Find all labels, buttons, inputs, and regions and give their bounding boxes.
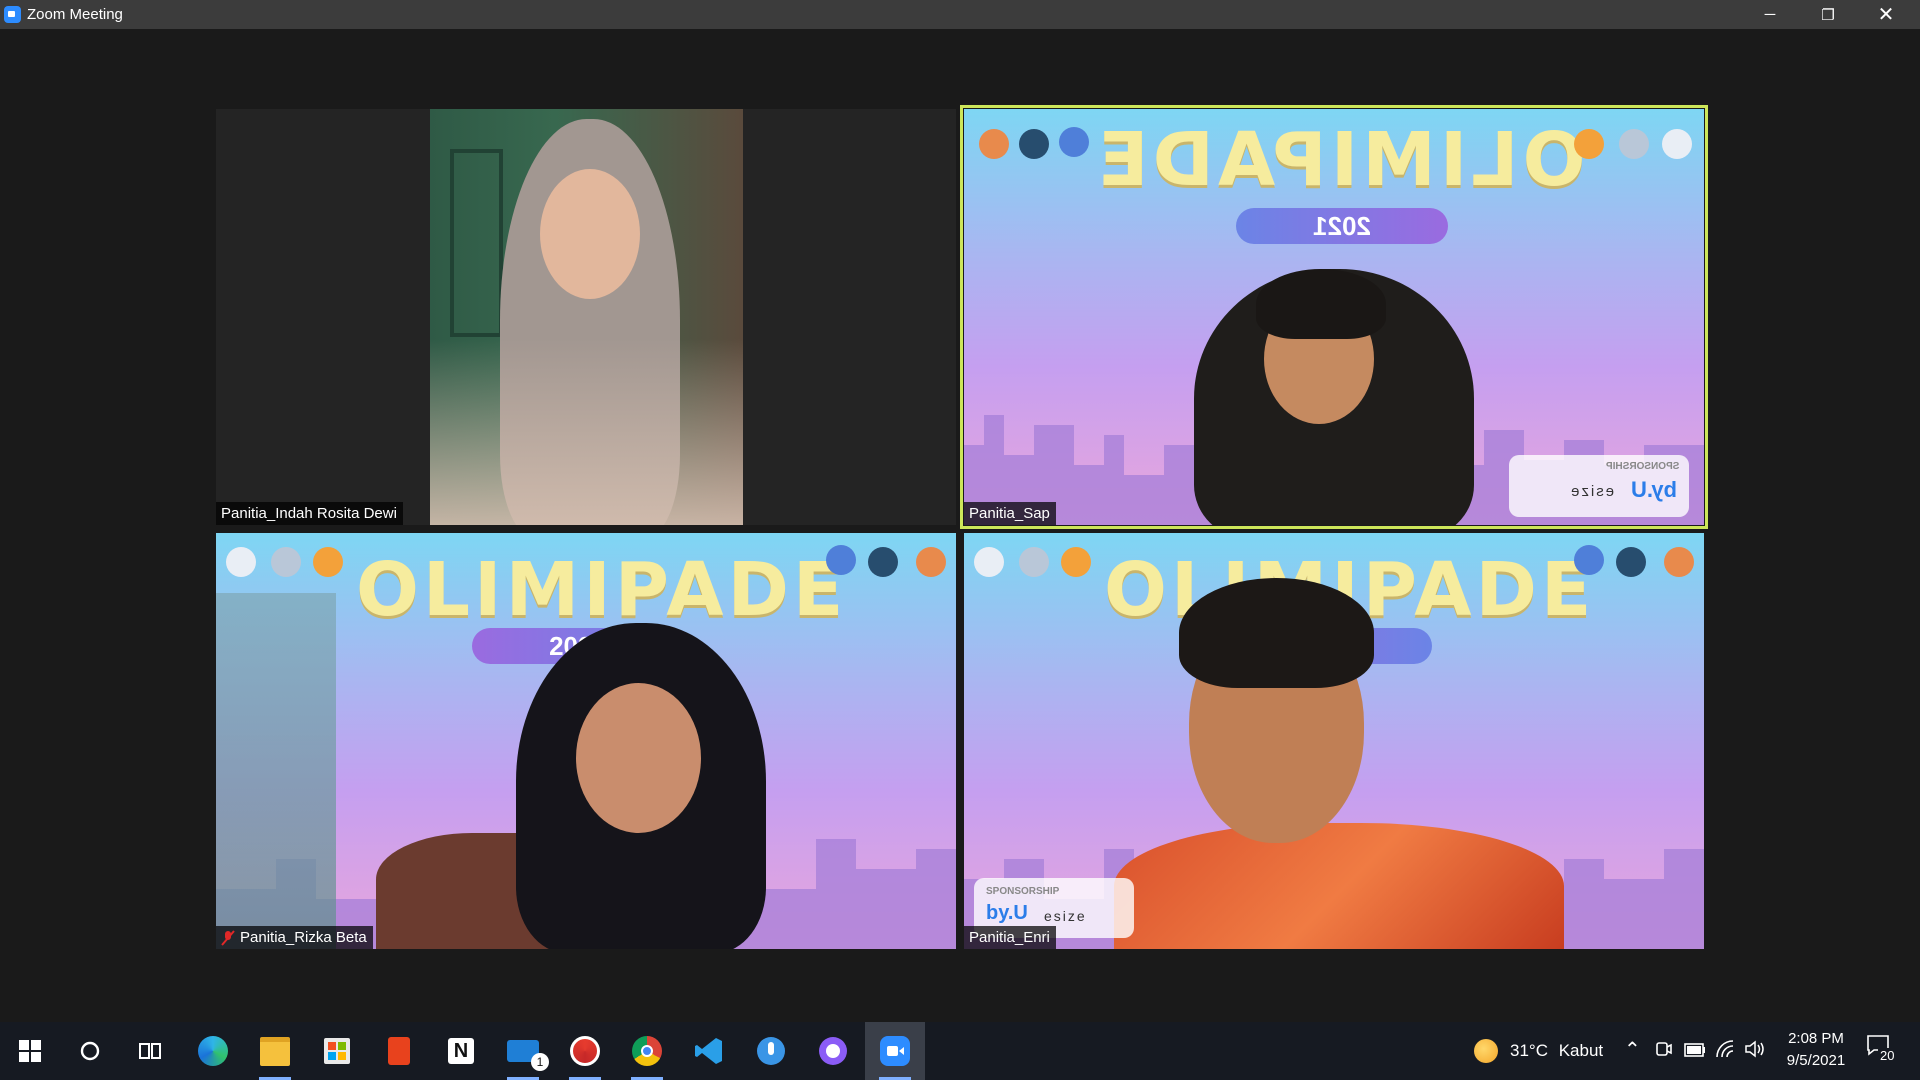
window-title-bar: Zoom Meeting ─ ❐ ✕ [0,0,1920,29]
close-button[interactable]: ✕ [1857,0,1915,29]
minimize-button[interactable]: ─ [1741,0,1799,29]
video-tile-indah[interactable]: Panitia_Indah Rosita Dewi [216,109,956,525]
background-title: OLIMIPADE [1094,117,1586,203]
logo-icon [974,547,1004,577]
mail-badge: 1 [531,1053,549,1071]
logo-icon [826,545,856,575]
taskbar-app-mail[interactable]: 1 [493,1022,553,1080]
logo-icon [1059,127,1089,157]
participant-hair [1256,269,1386,339]
office-icon [388,1037,410,1065]
background-door [450,149,503,337]
logo-icon [226,547,256,577]
participant-name-label: Panitia_Rizka Beta [216,926,373,949]
video-tile-rizka[interactable]: OLIMIPADE 2021 Panitia_Rizka Beta [216,533,956,949]
weather-widget[interactable]: 31°C Kabut [1510,1041,1603,1061]
chrome-red-icon [570,1036,600,1066]
windows-taskbar: N 1 31°C Kabut ⌃ 2:08 PM 9/5/2021 20 [0,1022,1920,1080]
mail-icon: 1 [507,1040,549,1071]
logo-icon [1019,129,1049,159]
notion-icon: N [448,1038,474,1064]
battery-icon[interactable] [1684,1042,1706,1062]
edge-icon [198,1036,228,1066]
taskbar-app-edge[interactable] [183,1022,243,1080]
video-tile-sap[interactable]: OLIMIPADE 2021 SPONSORSHIP by.U esize Pa… [964,109,1704,525]
logo-icon [1619,129,1649,159]
taskbar-app-notion[interactable]: N [431,1022,491,1080]
logo-icon [1019,547,1049,577]
wifi-icon[interactable] [1715,1039,1735,1064]
taskbar-app-github[interactable] [803,1022,863,1080]
volume-icon[interactable] [1744,1040,1766,1063]
search-icon [80,1041,100,1061]
room-background [216,593,336,949]
participant-figure [1114,823,1564,949]
participant-name-label: Panitia_Enri [964,926,1056,949]
participant-face [540,169,640,299]
taskbar-app-chrome[interactable] [617,1022,677,1080]
clock-time: 2:08 PM [1788,1030,1844,1047]
github-icon [819,1037,847,1065]
restore-button[interactable]: ❐ [1799,0,1857,29]
logo-icon [1061,547,1091,577]
logo-icon [1664,547,1694,577]
taskbar-app-file-explorer[interactable] [245,1022,305,1080]
vscode-icon [695,1038,722,1064]
search-button[interactable] [60,1022,120,1080]
logo-icon [1574,545,1604,575]
zoom-icon [880,1036,910,1066]
taskbar-app-office[interactable] [369,1022,429,1080]
muted-microphone-icon [221,929,235,946]
meet-now-icon[interactable] [1655,1040,1673,1063]
clock-date: 9/5/2021 [1786,1052,1846,1069]
show-hidden-icons-button[interactable]: ⌃ [1624,1037,1641,1062]
logo-icon [916,547,946,577]
taskbar-app-zoom[interactable] [865,1022,925,1080]
taskbar-app-chrome-red[interactable] [555,1022,615,1080]
weather-desc: Kabut [1558,1041,1604,1060]
logo-icon [1662,129,1692,159]
windows-logo-icon [19,1040,41,1062]
task-view-button[interactable] [120,1022,180,1080]
file-explorer-icon [260,1036,290,1066]
taskbar-app-vscode[interactable] [679,1022,739,1080]
chrome-icon [632,1036,662,1066]
background-title: OLIMIPADE [356,547,848,633]
participant-name-label: Panitia_Indah Rosita Dewi [216,502,403,525]
logo-icon [313,547,343,577]
participant-hair [1179,578,1374,688]
participant-name-label: Panitia_Sap [964,502,1056,525]
participant-face [576,683,701,833]
start-button[interactable] [0,1022,60,1080]
sponsor-banner: SPONSORSHIP by.U esize [1509,455,1689,517]
logo-icon [271,547,301,577]
gallery-view: Panitia_Indah Rosita Dewi OLIMIPADE 2021… [0,29,1920,1022]
chevron-up-icon: ⌃ [1624,1039,1641,1061]
weather-temp: 31°C [1510,1041,1548,1060]
logo-icon [1574,129,1604,159]
window-title: Zoom Meeting [27,6,123,23]
background-year: 2021 [1236,208,1448,244]
taskbar-app-store[interactable] [307,1022,367,1080]
taskbar-app-microphone[interactable] [741,1022,801,1080]
logo-icon [1616,547,1646,577]
task-view-icon [139,1043,161,1059]
logo-icon [979,129,1009,159]
notification-count: 20 [1878,1048,1897,1063]
video-tile-enri[interactable]: OLIMIPADE 2021 SPONSORSHIP by.U esize Pa… [964,533,1704,949]
zoom-app-icon [4,6,21,23]
clock[interactable]: 2:08 PM 9/5/2021 [1776,1028,1856,1072]
logo-icon [868,547,898,577]
participant-video [430,109,743,525]
notification-center-button[interactable]: 20 [1866,1034,1900,1068]
store-icon [324,1038,350,1064]
weather-icon[interactable] [1474,1039,1498,1063]
microphone-app-icon [757,1037,785,1065]
